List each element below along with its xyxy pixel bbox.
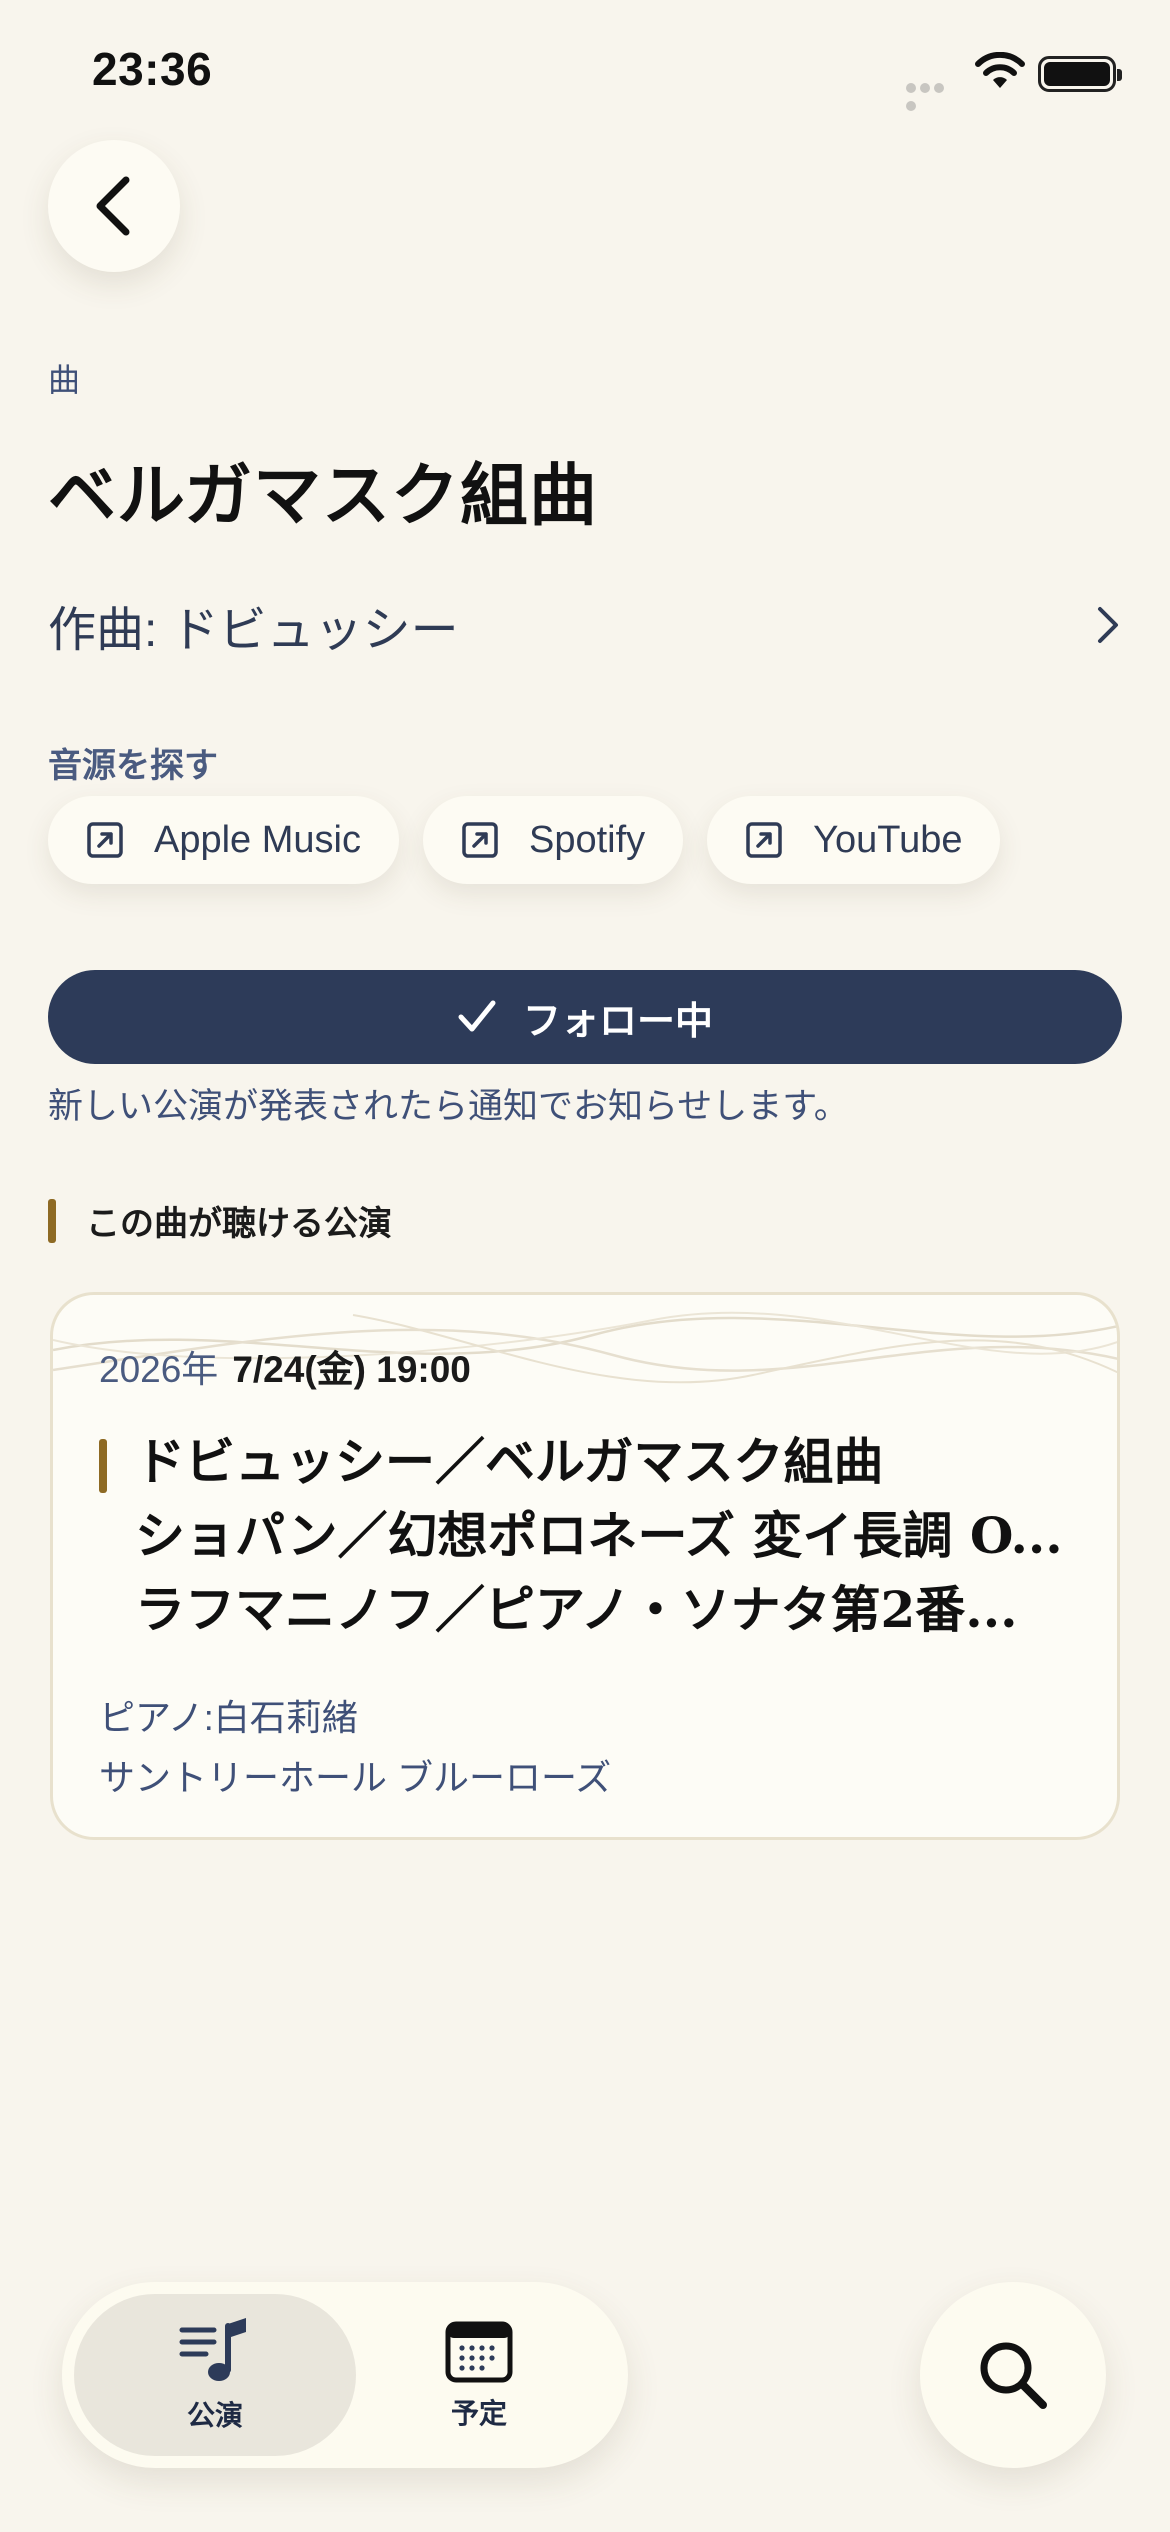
follow-label: フォロー中 [522,1000,713,1043]
checkmark-icon [458,1000,496,1032]
page-title: ベルガマスク組曲 [48,456,598,536]
concert-date: 2026年 7/24(金) 19:00 [99,1339,471,1393]
status-time: 23:36 [92,43,213,95]
chevron-left-icon [96,176,130,236]
back-button[interactable] [48,140,180,272]
program-item: ラフマニノフ／ピアノ・ソナタ第2番... [135,1580,1018,1639]
external-link-icon [87,822,123,858]
apple-music-label: Apple Music [154,818,361,861]
sources-label: 音源を探す [48,747,218,785]
tab-schedule[interactable]: 予定 [338,2294,620,2456]
composer-row[interactable]: 作曲: ドビュッシー [48,590,1122,660]
section-header: この曲が聴ける公演 [48,1196,392,1245]
external-link-icon [746,822,782,858]
section-title: この曲が聴ける公演 [86,1205,392,1243]
program-accent-bar [99,1439,107,1493]
program-item: ショパン／幻想ポロネーズ 変イ長調 O... [135,1506,1063,1565]
section-accent-bar [48,1198,56,1243]
venue: サントリーホール ブルーローズ [99,1757,612,1798]
external-link-icon [462,822,498,858]
search-button[interactable] [920,2282,1106,2468]
composer-label: 作曲: ドビュッシー [48,604,459,657]
status-bar: 23:36 [0,0,1170,150]
performer: ピアノ:白石莉緒 [99,1697,358,1738]
search-icon [980,2342,1047,2409]
program-item: ドビュッシー／ベルガマスク組曲 [135,1432,884,1491]
tab-concerts-label: 公演 [186,2400,243,2431]
concert-card[interactable]: 2026年 7/24(金) 19:00 ドビュッシー／ベルガマスク組曲 ショパン／… [50,1292,1120,1840]
kind-label: 曲 [48,362,81,398]
youtube-label: YouTube [813,818,963,861]
spotify-button[interactable]: Spotify [422,796,684,884]
youtube-button[interactable]: YouTube [707,796,1001,884]
tab-bar: 公演 予定 [62,2282,628,2468]
chevron-right-icon [1098,607,1118,643]
follow-button[interactable]: フォロー中 [48,970,1122,1064]
concert-year: 2026年 [99,1349,219,1390]
concert-day: 7/24(金) 19:00 [232,1349,471,1390]
calendar-icon [445,2321,513,2383]
music-list-icon [179,2318,246,2381]
battery-icon [1038,56,1122,92]
tab-schedule-label: 予定 [450,2398,507,2429]
spotify-label: Spotify [528,818,646,861]
follow-note: 新しい公演が発表されたら通知でお知らせします。 [48,1087,849,1126]
sources-list: Apple Music Spotify YouTube [48,796,1001,884]
apple-music-button[interactable]: Apple Music [48,796,399,884]
cellular-signal-icon [906,80,960,111]
tab-concerts[interactable]: 公演 [74,2294,356,2456]
wifi-icon [975,52,1025,88]
